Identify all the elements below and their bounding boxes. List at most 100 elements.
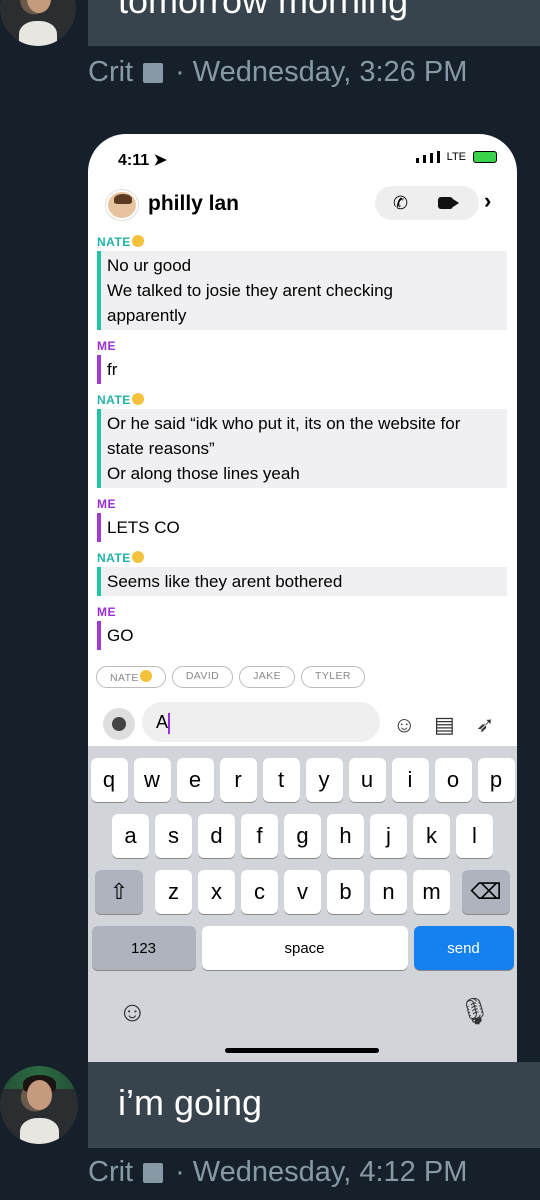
chat-message[interactable]: No ur good We talked to josie they arent… <box>97 251 507 330</box>
message-meta-reply: Crit · Wednesday, 4:12 PM <box>88 1156 467 1189</box>
keyboard-row-4: 123 space send <box>88 926 517 970</box>
send-button[interactable]: send <box>413 926 514 970</box>
chat-header: philly lan ✆ › <box>88 182 517 226</box>
phone-call-icon[interactable]: ✆ <box>393 193 408 214</box>
key-z[interactable]: z <box>155 870 192 914</box>
group-avatar[interactable] <box>106 190 138 220</box>
chat-message[interactable]: LETS CO <box>97 513 507 542</box>
chat-input[interactable] <box>142 702 380 742</box>
sender-label: NATE <box>97 234 507 251</box>
sender-avatar-top[interactable] <box>0 0 76 46</box>
network-label: LTE <box>446 151 466 163</box>
key-d[interactable]: d <box>198 814 235 858</box>
key-u[interactable]: u <box>348 758 386 802</box>
space-key[interactable]: space <box>201 926 408 970</box>
message-list: NATE No ur good We talked to josie they … <box>97 234 507 658</box>
numbers-key[interactable]: 123 <box>91 926 196 970</box>
battery-icon <box>473 151 497 163</box>
sender-name[interactable]: Crit <box>88 1156 133 1189</box>
key-y[interactable]: y <box>305 758 343 802</box>
status-time: 4:11 ➤ <box>118 152 167 169</box>
mention-pill-jake[interactable]: JAKE <box>239 666 296 688</box>
redacted-block <box>143 1162 164 1183</box>
key-f[interactable]: f <box>241 814 278 858</box>
text-caret <box>168 713 170 734</box>
chevron-right-icon[interactable]: › <box>484 188 491 214</box>
sender-label: ME <box>97 605 116 619</box>
key-o[interactable]: o <box>434 758 472 802</box>
message-line: GO <box>107 626 134 645</box>
mention-pill-david[interactable]: DAVID <box>171 666 234 688</box>
message-line: Or he said “idk who put it, its on the w… <box>107 414 461 433</box>
message-line: No ur good <box>107 256 192 275</box>
key-k[interactable]: k <box>413 814 450 858</box>
message-bubble-previous[interactable]: tomorrow morning <box>88 0 540 46</box>
chat-message[interactable]: GO <box>97 621 507 650</box>
chat-message[interactable]: Seems like they arent bothered <box>97 567 507 596</box>
emoji-keyboard-icon[interactable]: ☺ <box>118 996 147 1028</box>
sender-label: ME <box>97 497 116 511</box>
key-p[interactable]: p <box>477 758 515 802</box>
key-i[interactable]: i <box>391 758 429 802</box>
key-w[interactable]: w <box>133 758 171 802</box>
mention-pill-nate[interactable]: NATE <box>96 666 166 688</box>
home-indicator <box>225 1048 379 1053</box>
key-l[interactable]: l <box>456 814 493 858</box>
key-v[interactable]: v <box>284 870 321 914</box>
key-s[interactable]: s <box>155 814 192 858</box>
timestamp: Wednesday, 3:26 PM <box>192 56 468 88</box>
chat-message[interactable]: Or he said “idk who put it, its on the w… <box>97 409 507 488</box>
meta-separator: · <box>175 1156 185 1188</box>
message-bubble-reply[interactable]: i’m going <box>88 1062 540 1148</box>
status-icons: LTE <box>415 151 497 163</box>
smiley-icon[interactable]: ☺ <box>393 712 415 738</box>
message-meta-previous: Crit · Wednesday, 3:26 PM <box>88 56 467 89</box>
keyboard-row-2: a s d f g h j k l <box>88 814 517 858</box>
keyboard-row-3: ⇧ z x c v b n m ⌫ <box>88 870 517 914</box>
meta-separator: · <box>175 56 185 88</box>
redacted-block <box>143 62 164 83</box>
key-t[interactable]: t <box>262 758 300 802</box>
backspace-key-icon[interactable]: ⌫ <box>462 870 510 914</box>
cards-icon[interactable]: ▤ <box>434 712 455 738</box>
message-line: Or along those lines yeah <box>107 464 300 483</box>
attached-screenshot[interactable]: 4:11 ➤ LTE philly lan ✆ › NATE No ur goo… <box>88 134 517 1062</box>
key-e[interactable]: e <box>176 758 214 802</box>
key-m[interactable]: m <box>413 870 450 914</box>
message-line: We talked to josie they arent checking <box>107 281 394 300</box>
sender-name[interactable]: Crit <box>88 56 133 89</box>
key-x[interactable]: x <box>198 870 235 914</box>
sender-avatar-bottom[interactable] <box>0 1066 78 1144</box>
sender-label: NATE <box>97 392 507 409</box>
rocket-icon[interactable]: ➶ <box>476 712 494 738</box>
key-g[interactable]: g <box>284 814 321 858</box>
chat-title[interactable]: philly lan <box>148 192 239 216</box>
composer: ☺ ▤ ➶ <box>88 700 517 744</box>
mention-pill-tyler[interactable]: TYLER <box>301 666 365 688</box>
message-line: LETS CO <box>107 518 180 537</box>
mention-pills: NATE DAVID JAKE TYLER <box>96 666 365 688</box>
message-line: Seems like they arent bothered <box>107 572 343 591</box>
message-text: tomorrow morning <box>118 0 409 21</box>
key-h[interactable]: h <box>327 814 364 858</box>
shift-key-icon[interactable]: ⇧ <box>95 870 143 914</box>
microphone-icon[interactable]: 🎙 <box>458 996 491 1027</box>
sender-label: ME <box>97 339 116 353</box>
sender-label: NATE <box>97 550 507 567</box>
key-j[interactable]: j <box>370 814 407 858</box>
key-a[interactable]: a <box>112 814 149 858</box>
message-text: i’m going <box>118 1082 263 1123</box>
message-line: state reasons” <box>107 439 215 458</box>
key-q[interactable]: q <box>90 758 128 802</box>
camera-icon[interactable] <box>103 708 135 740</box>
video-call-icon[interactable] <box>438 197 459 209</box>
message-line: fr <box>107 360 118 379</box>
call-buttons: ✆ <box>375 186 479 220</box>
chat-message[interactable]: fr <box>97 355 507 384</box>
timestamp: Wednesday, 4:12 PM <box>192 1156 468 1188</box>
key-b[interactable]: b <box>327 870 364 914</box>
key-n[interactable]: n <box>370 870 407 914</box>
key-c[interactable]: c <box>241 870 278 914</box>
key-r[interactable]: r <box>219 758 257 802</box>
message-line: apparently <box>107 306 187 325</box>
